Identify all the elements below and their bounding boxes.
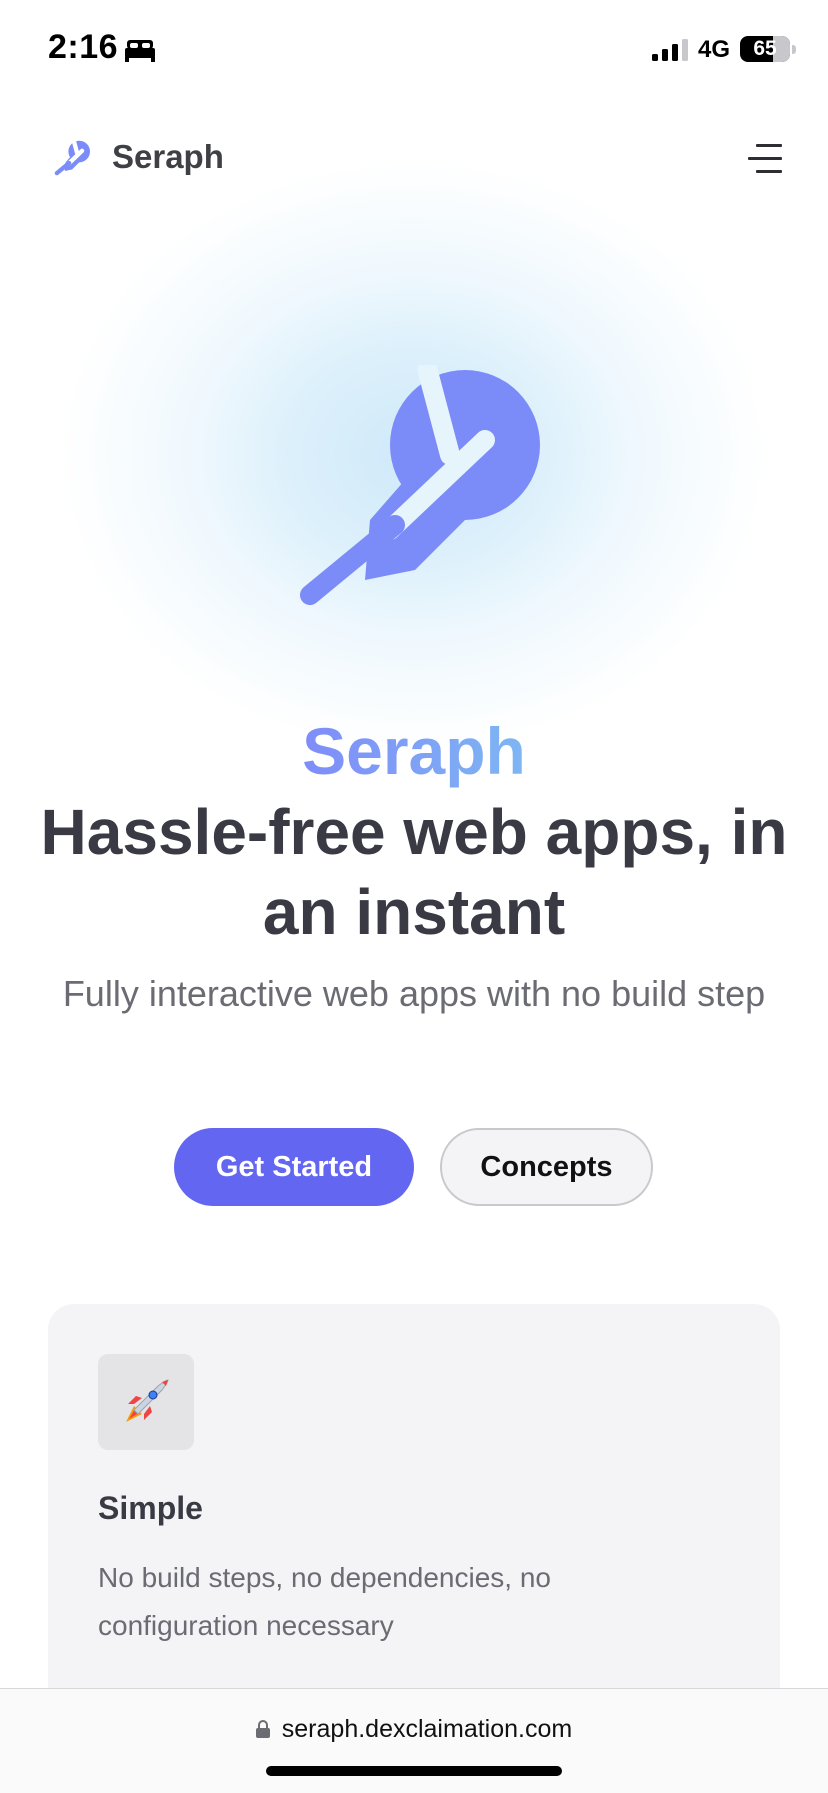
hero-brand-name: Seraph [0,712,828,790]
feather-logo-icon [300,365,540,605]
battery-nub [792,45,796,54]
get-started-button[interactable]: Get Started [174,1128,414,1206]
status-time: 2:16 [48,28,119,66]
url-text[interactable]: seraph.dexclaimation.com [282,1715,572,1743]
feather-icon[interactable] [54,140,90,176]
network-label: 4G [698,36,731,63]
menu-line [756,144,782,147]
rocket-icon [126,1379,169,1422]
url-row[interactable]: seraph.dexclaimation.com [0,1715,828,1744]
hamburger-menu-icon[interactable] [746,142,782,176]
status-bar: 2:16 4G 65 [0,0,828,100]
brand-name[interactable]: Seraph [112,138,224,176]
menu-line [756,170,782,173]
browser-address-bar[interactable]: seraph.dexclaimation.com [0,1688,828,1793]
concepts-button[interactable]: Concepts [440,1128,653,1206]
feature-description: No build steps, no dependencies, no conf… [98,1562,551,1641]
bed-icon [125,40,155,62]
signal-bars-icon [652,39,688,61]
feature-title: Simple [98,1490,203,1526]
feature-card: Simple No build steps, no dependencies, … [48,1304,780,1724]
feature-icon-box [98,1354,194,1450]
menu-line [748,157,782,160]
hero-subtitle: Fully interactive web apps with no build… [62,973,766,1014]
battery-icon: 65 [740,36,790,62]
lock-icon [255,1720,270,1738]
hero-title: Hassle-free web apps, in an instant [40,796,788,948]
hero-brand-text: Seraph [302,714,526,788]
battery-level: 65 [753,37,777,60]
home-indicator [266,1766,562,1776]
